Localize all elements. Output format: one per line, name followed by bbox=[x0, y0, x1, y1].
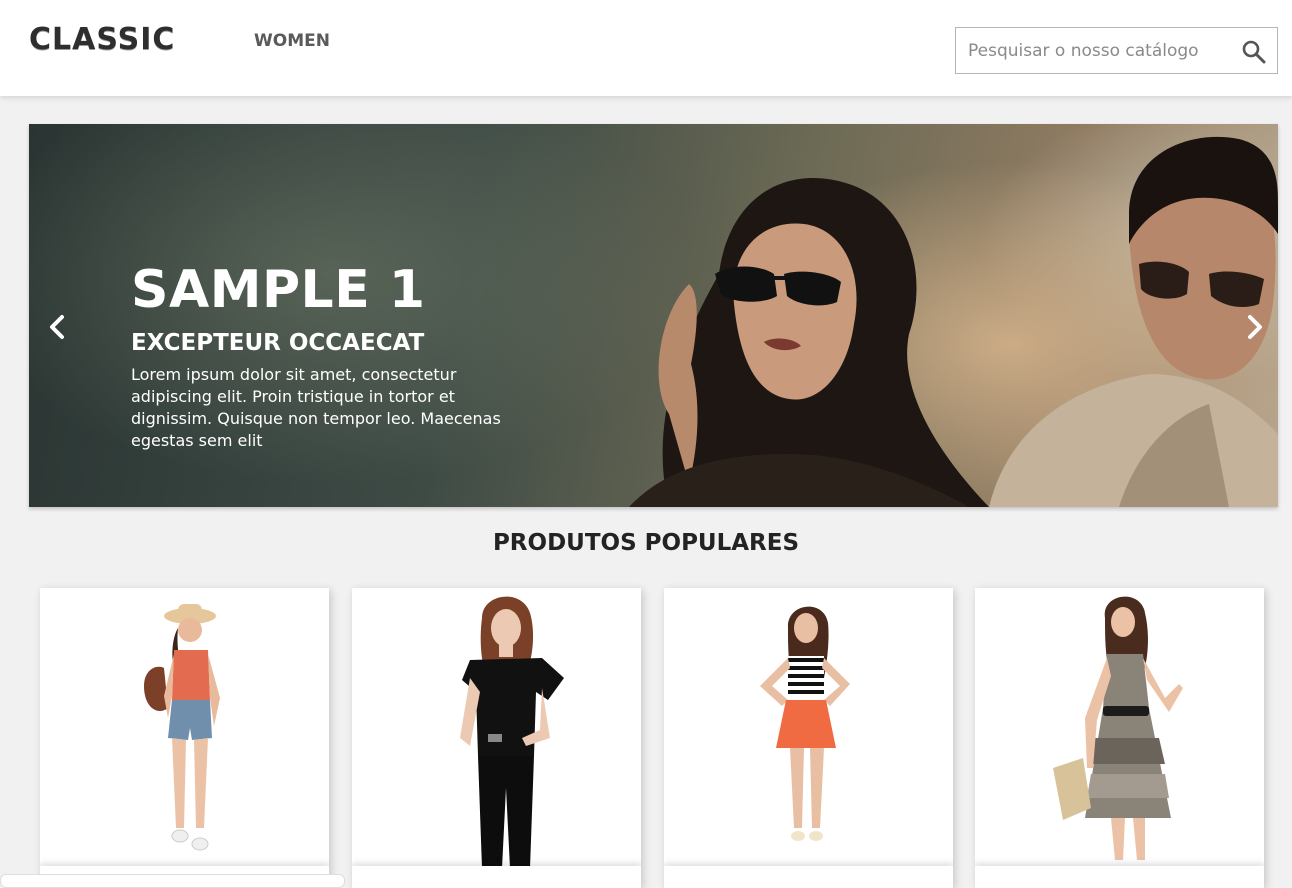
search-widget bbox=[955, 27, 1278, 74]
product-card[interactable] bbox=[975, 588, 1264, 888]
search-icon[interactable] bbox=[1238, 36, 1270, 68]
product-info bbox=[664, 866, 953, 888]
product-card[interactable] bbox=[40, 588, 329, 888]
featured-products-title: PRODUTOS POPULARES bbox=[492, 530, 800, 556]
chevron-left-icon[interactable] bbox=[43, 312, 73, 342]
chevron-right-icon[interactable] bbox=[1239, 312, 1269, 342]
slide-description: Lorem ipsum dolor sit amet, consectetur … bbox=[131, 365, 501, 450]
product-image[interactable] bbox=[352, 588, 641, 868]
product-card[interactable] bbox=[664, 588, 953, 888]
slide-caption[interactable]: SAMPLE 1 EXCEPTEUR OCCAECAT Lorem ipsum … bbox=[131, 264, 531, 452]
product-card[interactable] bbox=[352, 588, 641, 888]
product-image[interactable] bbox=[975, 588, 1264, 868]
product-image[interactable] bbox=[664, 588, 953, 868]
slide-subtitle: EXCEPTEUR OCCAECAT bbox=[131, 330, 425, 356]
nav-item-women[interactable]: WOMEN bbox=[254, 31, 330, 51]
site-header: CLASSIC WOMEN bbox=[0, 0, 1292, 96]
slide-title: SAMPLE 1 bbox=[131, 260, 426, 320]
product-info bbox=[975, 866, 1264, 888]
hero-carousel: SAMPLE 1 EXCEPTEUR OCCAECAT Lorem ipsum … bbox=[29, 124, 1278, 507]
search-input[interactable] bbox=[956, 28, 1236, 73]
bottom-popup-edge bbox=[0, 874, 345, 888]
product-info bbox=[352, 866, 641, 888]
site-logo[interactable]: CLASSIC bbox=[29, 22, 175, 57]
product-image[interactable] bbox=[40, 588, 329, 868]
